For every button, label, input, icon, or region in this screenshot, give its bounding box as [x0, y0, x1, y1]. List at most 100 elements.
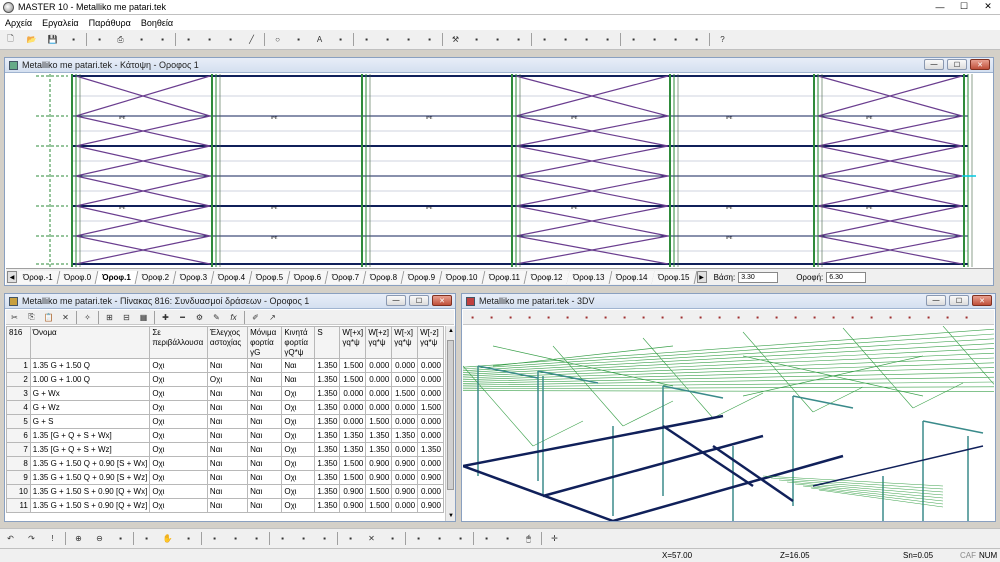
- circle-icon[interactable]: ○: [271, 33, 284, 46]
- table-cell[interactable]: Ναι: [247, 498, 283, 513]
- break-icon[interactable]: ▪: [454, 532, 467, 545]
- section-icon[interactable]: ▪: [561, 311, 574, 324]
- table-row[interactable]: 5G + S Οχι Ναι Ναι Οχι 1.350 0.000 1.500 0.000 0.…: [6, 414, 444, 429]
- grid-icon[interactable]: ▪: [960, 311, 973, 324]
- tabs-scroll-left-icon[interactable]: ◀: [7, 271, 17, 283]
- plan-minimize-button[interactable]: —: [924, 59, 944, 70]
- table-cell[interactable]: Οχι: [281, 442, 316, 457]
- table-cell[interactable]: 0.000: [417, 358, 444, 373]
- table-cell[interactable]: 0.900: [365, 456, 393, 471]
- table-cell[interactable]: Ναι: [206, 358, 249, 373]
- plan-drawing[interactable]: IPE IPE IPE IPE IPE IPE IPE IPE IPE IPE IPE IPE IPE I…: [6, 74, 993, 267]
- table-cell[interactable]: 0.000: [391, 400, 419, 415]
- table-cell[interactable]: Οχι: [149, 400, 208, 415]
- table-cell[interactable]: Οχι: [281, 456, 316, 471]
- table-cell[interactable]: 1.00 G + 1.00 Q: [29, 372, 151, 387]
- floor-tab-14[interactable]: Όροφ.13: [566, 270, 612, 284]
- wall-icon[interactable]: ▪: [599, 311, 612, 324]
- zoom-all-icon[interactable]: ▪: [140, 532, 153, 545]
- table-cell[interactable]: G + Wz: [29, 400, 151, 415]
- column-header[interactable]: Μόνιμα φορτία γG: [247, 326, 283, 359]
- pen-icon[interactable]: ▪: [182, 33, 195, 46]
- column-header[interactable]: W[+z] γq*ψ: [365, 326, 393, 359]
- scale-icon[interactable]: ▪: [656, 311, 669, 324]
- table-cell[interactable]: 1.350: [314, 470, 341, 485]
- calc-icon[interactable]: ▪: [580, 33, 593, 46]
- table-vertical-scrollbar[interactable]: ▲ ▼: [445, 326, 455, 521]
- view3d-maximize-button[interactable]: ☐: [949, 295, 969, 306]
- table-cell[interactable]: Ναι: [247, 484, 283, 499]
- floor-tab-7[interactable]: Όροφ.6: [287, 270, 329, 284]
- mirror-icon[interactable]: ▪: [318, 532, 331, 545]
- column-header[interactable]: Όνομα: [29, 326, 151, 359]
- view-icon[interactable]: ▪: [470, 33, 483, 46]
- table-cell[interactable]: Ναι: [247, 456, 283, 471]
- table-cell[interactable]: Οχι: [149, 428, 208, 443]
- axis-icon[interactable]: ▪: [713, 311, 726, 324]
- cross-icon[interactable]: ✛: [548, 532, 561, 545]
- table-cell[interactable]: 1.350: [314, 484, 341, 499]
- floor-tab-15[interactable]: Όροφ.14: [609, 270, 655, 284]
- wall-icon[interactable]: ▪: [512, 33, 525, 46]
- cut-icon[interactable]: ✂: [8, 311, 21, 324]
- redo-icon[interactable]: ↷: [25, 532, 38, 545]
- table-cell[interactable]: Ναι: [247, 470, 283, 485]
- join-icon[interactable]: ▪: [480, 532, 493, 545]
- slab-icon[interactable]: ▪: [827, 311, 840, 324]
- paste-icon[interactable]: 📋: [42, 311, 55, 324]
- roof-rafter[interactable]: [742, 331, 814, 413]
- table-cell[interactable]: 1.500: [339, 456, 367, 471]
- floor-joist[interactable]: [794, 483, 944, 499]
- table-cell[interactable]: 0.000: [391, 358, 419, 373]
- scroll-down-icon[interactable]: ▼: [446, 511, 456, 521]
- export-icon[interactable]: ↗: [266, 311, 279, 324]
- plan-window-titlebar[interactable]: Metalliko me patari.tek - Κάτοψη - Οροφο…: [5, 58, 993, 73]
- floor-tab-1[interactable]: Όροφ.0: [57, 270, 99, 284]
- roof-rafter[interactable]: [812, 386, 864, 413]
- table-cell[interactable]: Οχι: [281, 400, 316, 415]
- table-cell[interactable]: 1.350: [314, 358, 341, 373]
- table-cell[interactable]: 0.900: [339, 484, 367, 499]
- table-cell[interactable]: 1.350: [314, 414, 341, 429]
- roof-rafter[interactable]: [532, 420, 584, 447]
- grid-icon[interactable]: ▦: [137, 311, 150, 324]
- mouse-icon[interactable]: 🖱: [522, 532, 535, 545]
- slab-icon[interactable]: ▪: [402, 33, 415, 46]
- floor-joist[interactable]: [770, 477, 944, 490]
- floor-icon[interactable]: ▪: [846, 311, 859, 324]
- table-cell[interactable]: 0.000: [365, 400, 393, 415]
- array-icon[interactable]: ▪: [344, 532, 357, 545]
- table-cell[interactable]: Οχι: [149, 372, 208, 387]
- floor-tab-8[interactable]: Όροφ.7: [325, 270, 367, 284]
- table-cell[interactable]: 1.350: [339, 428, 367, 443]
- table-cell[interactable]: Ναι: [206, 498, 249, 513]
- table-cell[interactable]: 11: [6, 498, 31, 513]
- table-cell[interactable]: 0.000: [365, 372, 393, 387]
- ceiling-field[interactable]: 6.30: [826, 271, 867, 283]
- load-icon[interactable]: ▪: [423, 33, 436, 46]
- table-cell[interactable]: 1.500: [339, 470, 367, 485]
- frame-rafter[interactable]: [922, 420, 984, 434]
- table-cell[interactable]: 10: [6, 484, 31, 499]
- view3d-canvas[interactable]: [463, 326, 994, 521]
- table-minimize-button[interactable]: —: [386, 295, 406, 306]
- floor-tab-2[interactable]: Όροφ.1: [95, 270, 138, 284]
- text-icon[interactable]: A: [313, 33, 326, 46]
- table-cell[interactable]: Ναι: [206, 386, 249, 401]
- house-icon[interactable]: ▪: [789, 311, 802, 324]
- table-close-button[interactable]: ✕: [432, 295, 452, 306]
- ortho-icon[interactable]: ▪: [229, 532, 242, 545]
- table-cell[interactable]: 0.900: [391, 484, 419, 499]
- table-cell[interactable]: 1.350: [365, 442, 393, 457]
- move-icon[interactable]: ▪: [466, 311, 479, 324]
- table-cell[interactable]: Οχι: [149, 456, 208, 471]
- table-cell[interactable]: 5: [6, 414, 31, 429]
- tabs-scroll-right-icon[interactable]: ▶: [696, 271, 707, 283]
- table-cell[interactable]: 3: [6, 386, 31, 401]
- frame-icon[interactable]: ▪: [751, 311, 764, 324]
- menu-windows[interactable]: Παράθυρα: [84, 18, 136, 28]
- table-cell[interactable]: 0.000: [417, 456, 444, 471]
- plan-maximize-button[interactable]: ☐: [947, 59, 967, 70]
- bars-icon[interactable]: ▪: [922, 311, 935, 324]
- table-cell[interactable]: 1.500: [365, 414, 393, 429]
